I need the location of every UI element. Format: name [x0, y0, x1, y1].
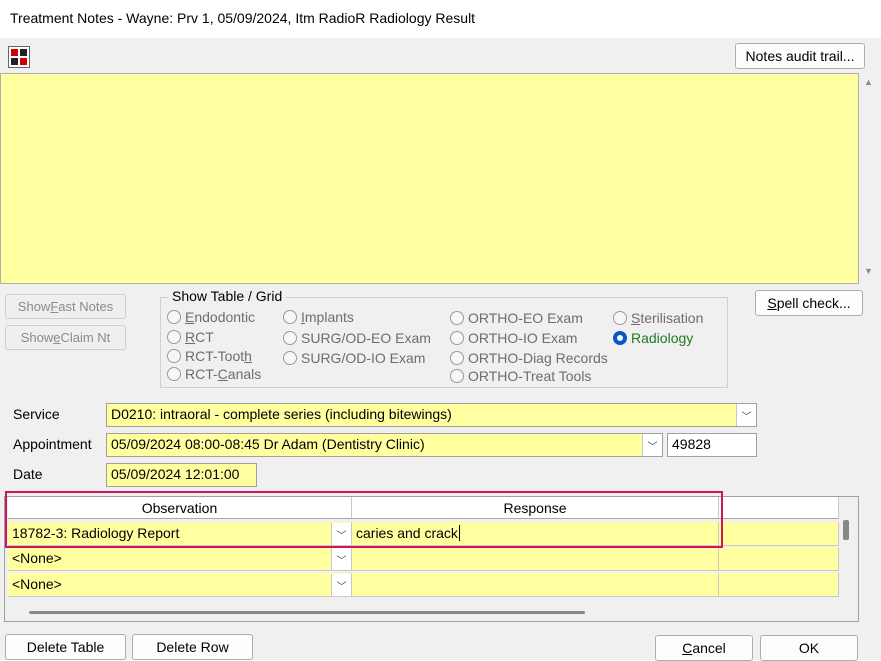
- grid-row-2-response[interactable]: [352, 547, 719, 571]
- radio-ortho-diag-records[interactable]: ORTHO-Diag Records: [450, 350, 608, 366]
- appointment-value: 05/09/2024 08:00-08:45 Dr Adam (Dentistr…: [111, 436, 425, 452]
- radio-implants[interactable]: Implants: [283, 309, 354, 325]
- appointment-label: Appointment: [13, 436, 92, 452]
- show-eclaim-key: e: [53, 330, 61, 345]
- show-eclaim-pre: Show: [20, 330, 54, 345]
- grid-row-3-response[interactable]: [352, 573, 719, 597]
- service-label: Service: [13, 406, 60, 422]
- radio-radiology[interactable]: Radiology: [613, 330, 693, 346]
- show-eclaim-post: Claim Nt: [60, 330, 111, 345]
- radio-endodontic[interactable]: Endodontic: [167, 309, 255, 325]
- cancel-post: ancel: [692, 640, 726, 656]
- radio-sterilisation[interactable]: Sterilisation: [613, 310, 703, 326]
- calculator-icon[interactable]: [8, 46, 30, 68]
- spell-check-button[interactable]: Spell check...: [755, 290, 863, 316]
- radio-rct[interactable]: R CT: [167, 329, 214, 345]
- observation-grid[interactable]: Observation Response 18782-3: Radiology …: [4, 496, 859, 622]
- window-title: Treatment Notes - Wayne: Prv 1, 05/09/20…: [0, 0, 881, 38]
- delete-table-button[interactable]: Delete Table: [5, 634, 126, 660]
- grid-header-blank: [719, 497, 839, 519]
- scroll-down-icon[interactable]: ▼: [864, 266, 873, 276]
- grid-row-1-chevron-down-icon[interactable]: ﹀: [331, 523, 351, 545]
- grid-row-1-response[interactable]: caries and crack: [352, 522, 719, 546]
- radio-ortho-io-exam[interactable]: ORTHO-IO Exam: [450, 330, 577, 346]
- show-eclaim-button[interactable]: Show e Claim Nt: [5, 325, 126, 350]
- grid-vertical-scrollbar[interactable]: [843, 520, 849, 540]
- radio-ortho-eo-exam[interactable]: ORTHO-EO Exam: [450, 310, 583, 326]
- appointment-id-field[interactable]: 49828: [667, 433, 757, 457]
- radio-surg-od-io-exam[interactable]: SURG/OD-IO Exam: [283, 350, 425, 366]
- spell-check-post: pell check...: [776, 295, 851, 311]
- grid-header-observation[interactable]: Observation: [8, 497, 352, 519]
- show-fast-notes-post: ast Notes: [58, 299, 114, 314]
- cancel-key: C: [682, 640, 693, 656]
- service-value: D0210: intraoral - complete series (incl…: [111, 406, 452, 422]
- service-chevron-down-icon[interactable]: ﹀: [736, 404, 756, 426]
- show-fast-notes-button[interactable]: Show Fast Notes: [5, 294, 126, 319]
- notes-audit-trail-button[interactable]: Notes audit trail...: [735, 43, 865, 69]
- radio-rct-canals[interactable]: RCT- Canals: [167, 366, 261, 382]
- grid-row-1-extra[interactable]: [719, 522, 839, 546]
- grid-horizontal-scrollbar[interactable]: [29, 611, 585, 614]
- date-label: Date: [13, 466, 43, 482]
- grid-row-3-chevron-down-icon[interactable]: ﹀: [331, 574, 351, 596]
- grid-row-1-observation[interactable]: 18782-3: Radiology Report: [8, 522, 352, 546]
- spell-check-key: S: [767, 295, 777, 311]
- show-table-legend: Show Table / Grid: [168, 288, 287, 304]
- show-fast-notes-key: F: [50, 299, 59, 314]
- appointment-chevron-down-icon[interactable]: ﹀: [642, 434, 662, 456]
- date-field[interactable]: 05/09/2024 12:01:00: [106, 463, 257, 487]
- radio-ortho-treat-tools[interactable]: ORTHO-Treat Tools: [450, 368, 591, 384]
- grid-header-response[interactable]: Response: [352, 497, 719, 519]
- radio-surg-od-eo-exam[interactable]: SURG/OD-EO Exam: [283, 330, 431, 346]
- appointment-combobox[interactable]: 05/09/2024 08:00-08:45 Dr Adam (Dentistr…: [106, 433, 663, 457]
- dialog-client: Notes audit trail... ▲ ▼ Show Fast Notes…: [0, 38, 881, 661]
- radio-rct-tooth[interactable]: RCT-Toot h: [167, 348, 252, 364]
- grid-row-2-chevron-down-icon[interactable]: ﹀: [331, 548, 351, 570]
- notes-scrollbar[interactable]: ▲ ▼: [859, 73, 879, 284]
- grid-row-3-observation[interactable]: <None>: [8, 573, 352, 597]
- delete-row-button[interactable]: Delete Row: [132, 634, 253, 660]
- scroll-up-icon[interactable]: ▲: [864, 77, 873, 87]
- show-fast-notes-pre: Show: [17, 299, 51, 314]
- grid-row-2-extra[interactable]: [719, 547, 839, 571]
- grid-row-3-extra[interactable]: [719, 573, 839, 597]
- service-combobox[interactable]: D0210: intraoral - complete series (incl…: [106, 403, 757, 427]
- notes-textarea[interactable]: [0, 73, 859, 284]
- grid-row-2-observation[interactable]: <None>: [8, 547, 352, 571]
- cancel-button[interactable]: Cancel: [655, 635, 753, 661]
- ok-button[interactable]: OK: [760, 635, 858, 661]
